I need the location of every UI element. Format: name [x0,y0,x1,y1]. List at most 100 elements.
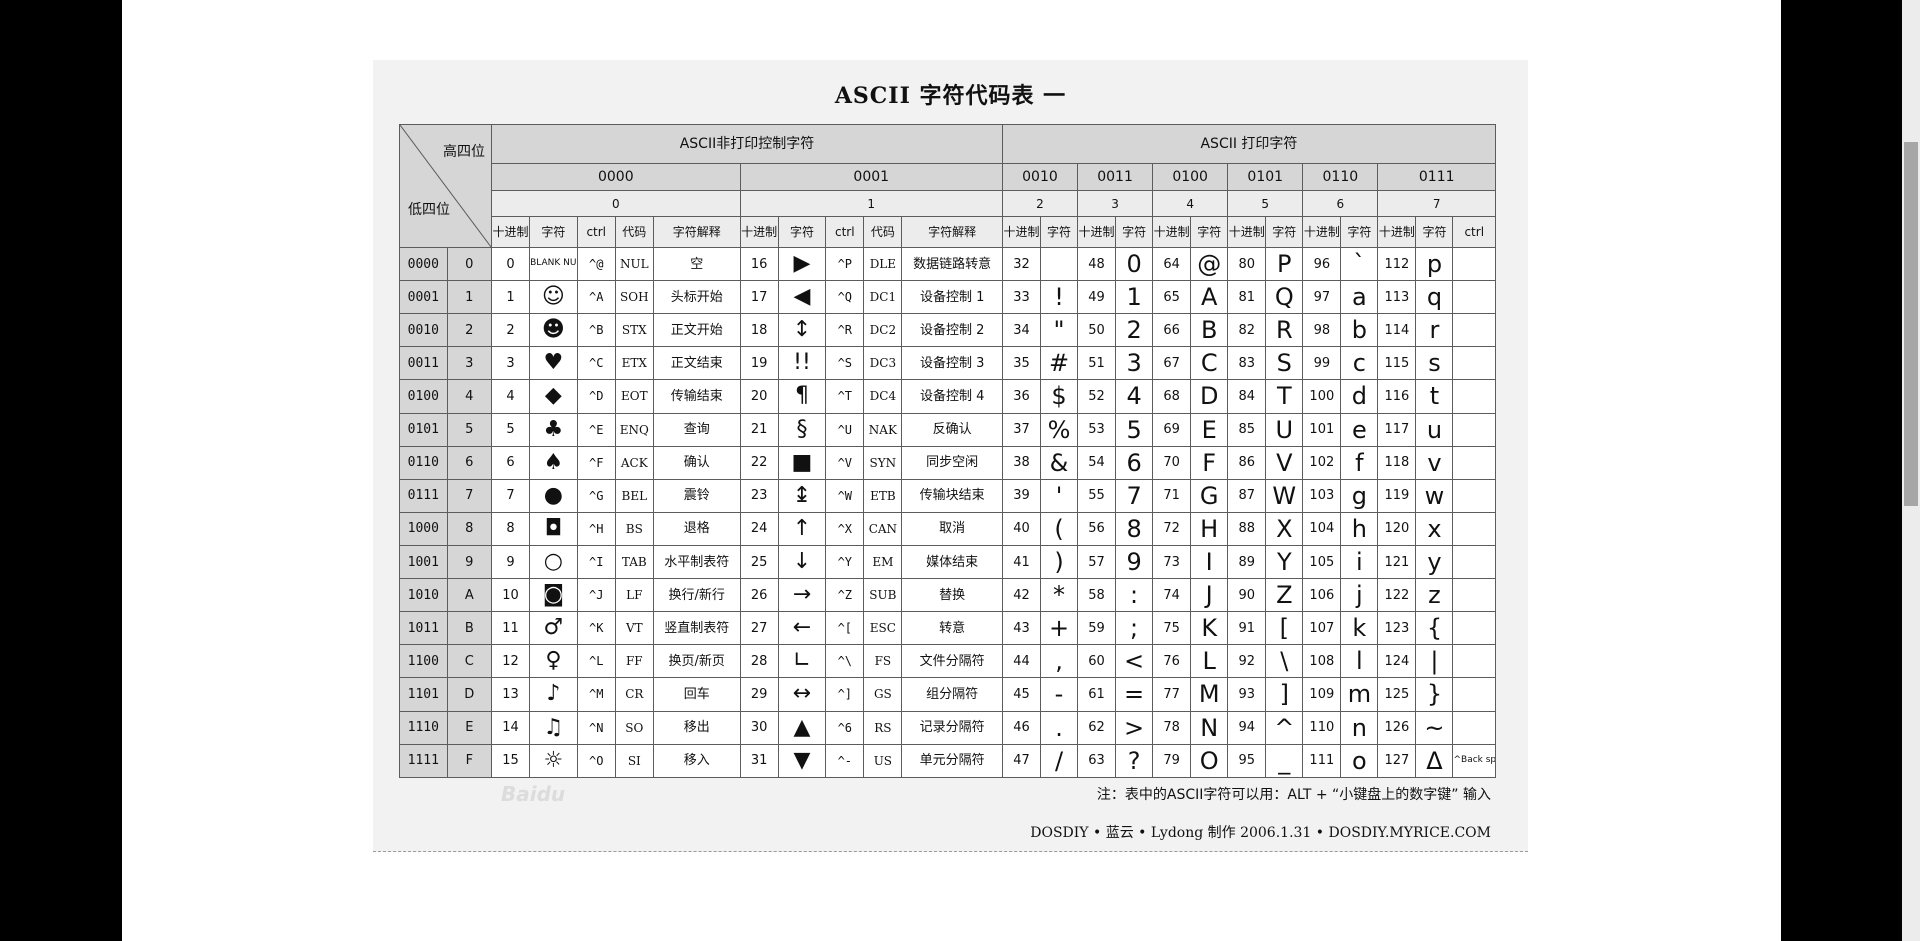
cell-ctrl-empty [1452,412,1496,447]
cell-char: . [1039,710,1079,745]
cell-dec: 124 [1377,644,1417,679]
cell-char: § [777,412,827,447]
col-label-dec: 十进制 [1077,216,1117,248]
cell-dec: 50 [1077,313,1117,348]
cell-char: BLANK NULL [529,246,578,282]
cell-code: DLE [863,246,903,282]
cell-ctrl: ^Q [825,280,865,315]
cell-code: DC2 [863,313,903,348]
cell-dec: 127 [1377,743,1417,779]
high-bin-0101: 0101 [1227,163,1304,192]
cell-char: → [777,578,827,613]
cell-desc: 空 [652,246,741,282]
cell-char: Y [1265,544,1304,580]
col-label-dec: 十进制 [1001,216,1042,248]
cell-dec: 80 [1227,246,1267,282]
cell-desc: 组分隔符 [901,677,1003,712]
cell-dec: 41 [1001,544,1042,580]
col-label-char: 字符 [529,216,578,248]
cell-dec: 121 [1377,544,1417,580]
cell-char: ● [529,478,578,513]
cell-dec: 106 [1302,578,1342,613]
cell-char: t [1415,379,1454,414]
cell-dec: 81 [1227,280,1267,315]
cell-dec: 59 [1077,611,1117,646]
cell-dec: 68 [1152,379,1192,414]
cell-char: k [1340,611,1379,646]
cell-code: LF [614,578,654,613]
cell-char: * [1039,578,1079,613]
image-viewer: ASCII 字符代码表 一 高四位 低四位 ASCII非打印控制字符 ASCII 打印… [122,0,1781,941]
cell-dec: 103 [1302,478,1342,513]
cell-desc: 退格 [652,511,741,546]
cell-dec: 61 [1077,677,1117,712]
cell-char: ■ [777,445,827,480]
cell-dec: 112 [1377,246,1417,282]
cell-ctrl: ^A [576,280,616,315]
cell-dec: 7 [491,478,531,513]
cell-dec: 64 [1152,246,1192,282]
cell-char: ↔ [777,677,827,712]
cell-char: R [1265,313,1304,348]
cell-char: - [1039,677,1079,712]
cell-dec: 37 [1001,412,1042,447]
cell-char: h [1340,511,1379,546]
cell-code: VT [614,611,654,646]
cell-ctrl: ^E [576,412,616,447]
row-low-hex: 3 [446,346,493,381]
cell-code: RS [863,710,903,745]
col-label-char: 字符 [1340,216,1379,248]
cell-dec: 84 [1227,379,1267,414]
cell-ctrl-empty [1452,677,1496,712]
cell-dec: 1 [491,280,531,315]
cell-ctrl-empty [1452,710,1496,745]
cell-code: FS [863,644,903,679]
cell-code: BEL [614,478,654,513]
cell-ctrl-empty [1452,445,1496,480]
cell-dec: 90 [1227,578,1267,613]
cell-dec: 18 [739,313,779,348]
cell-code: CAN [863,511,903,546]
table-row: 1100 C 12 ♀ ^L FF 换页/新页 28 ∟ ^\ FS 文件分隔符 44, 60 <76 L 92… [399,644,1496,679]
cell-desc: 替换 [901,578,1003,613]
high-hex-0: 0 [491,190,741,218]
cell-char: @ [1190,246,1229,282]
cell-char: n [1340,710,1379,745]
row-low-bin: 0101 [399,412,448,447]
cell-char: $ [1039,379,1079,414]
high-bin-0011: 0011 [1077,163,1154,192]
cell-dec: 86 [1227,445,1267,480]
row-low-bin: 0110 [399,445,448,480]
cell-ctrl: ^Y [825,544,865,580]
cell-ctrl: ^- [825,743,865,779]
col-label-char: 字符 [777,216,827,248]
cell-dec: 125 [1377,677,1417,712]
cell-desc: 设备控制 4 [901,379,1003,414]
footnote: 注：表中的ASCII字符可以用：ALT + “小键盘上的数字键” 输入 [1096,787,1491,803]
cell-dec: 25 [739,544,779,580]
cell-dec: 58 [1077,578,1117,613]
cell-dec: 51 [1077,346,1117,381]
cell-char: e [1340,412,1379,447]
cell-code: SI [614,743,654,779]
scrollbar-thumb[interactable] [1904,142,1918,506]
chart-title: ASCII 字符代码表 一 [834,83,1067,109]
cell-char: K [1190,611,1229,646]
cell-code: SOH [614,280,654,315]
cell-dec: 85 [1227,412,1267,447]
table-row: 1110 E 14 ♫ ^N SO 移出 30 ▲ ^6 RS 记录分隔符 46. 62 >78 N 94 ^ 11… [399,710,1496,745]
cell-char: Q [1265,280,1304,315]
cell-char: { [1415,611,1454,646]
cell-dec: 60 [1077,644,1117,679]
cell-char: ( [1039,511,1079,546]
col-label-desc: 字符解释 [901,216,1003,248]
cell-dec: 56 [1077,511,1117,546]
cell-char: ' [1039,478,1079,513]
cell-char: / [1039,743,1079,779]
high-hex-2: 2 [1001,190,1079,218]
row-low-hex: 4 [446,379,493,414]
vertical-scrollbar[interactable] [1902,0,1920,941]
cell-char: r [1415,313,1454,348]
cell-ctrl-empty [1452,246,1496,282]
high-bin-0111: 0111 [1377,163,1496,192]
